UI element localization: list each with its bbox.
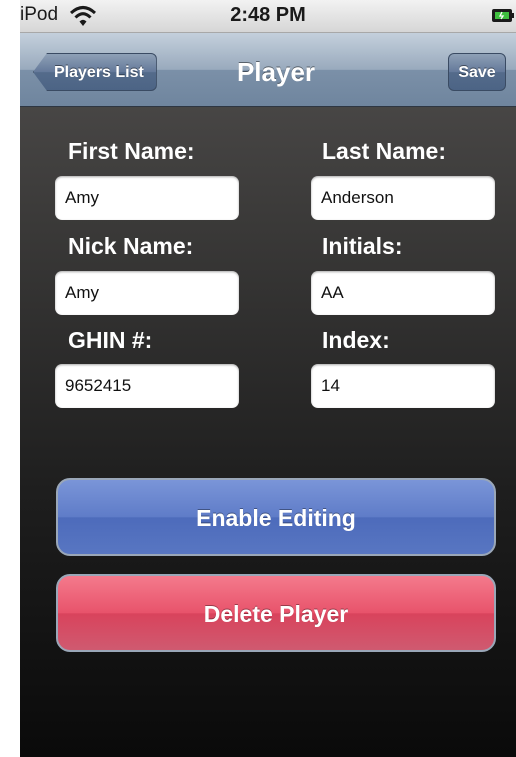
device-screen: iPod 2:48 PM Players List Player Save Fi… — [20, 0, 516, 757]
initials-label: Initials: — [322, 233, 403, 259]
delete-player-button[interactable]: Delete Player — [56, 574, 496, 652]
last-name-label: Last Name: — [322, 138, 446, 164]
save-button[interactable]: Save — [448, 53, 506, 91]
first-name-field[interactable]: Amy — [55, 176, 239, 220]
ghin-label: GHIN #: — [68, 327, 153, 353]
enable-editing-button[interactable]: Enable Editing — [56, 478, 496, 556]
ghin-field[interactable]: 9652415 — [55, 364, 239, 408]
battery-icon — [492, 9, 514, 22]
nick-name-label: Nick Name: — [68, 233, 194, 259]
last-name-field[interactable]: Anderson — [311, 176, 495, 220]
status-time: 2:48 PM — [230, 4, 306, 26]
players-list-back-button[interactable]: Players List — [33, 53, 157, 91]
first-name-label: First Name: — [68, 138, 195, 164]
page-title: Player — [236, 57, 316, 87]
index-field[interactable]: 14 — [311, 364, 495, 408]
navigation-bar: Players List Player Save — [20, 33, 516, 107]
index-label: Index: — [322, 327, 390, 353]
initials-field[interactable]: AA — [311, 271, 495, 315]
status-bar: iPod 2:48 PM — [20, 0, 516, 33]
nick-name-field[interactable]: Amy — [55, 271, 239, 315]
